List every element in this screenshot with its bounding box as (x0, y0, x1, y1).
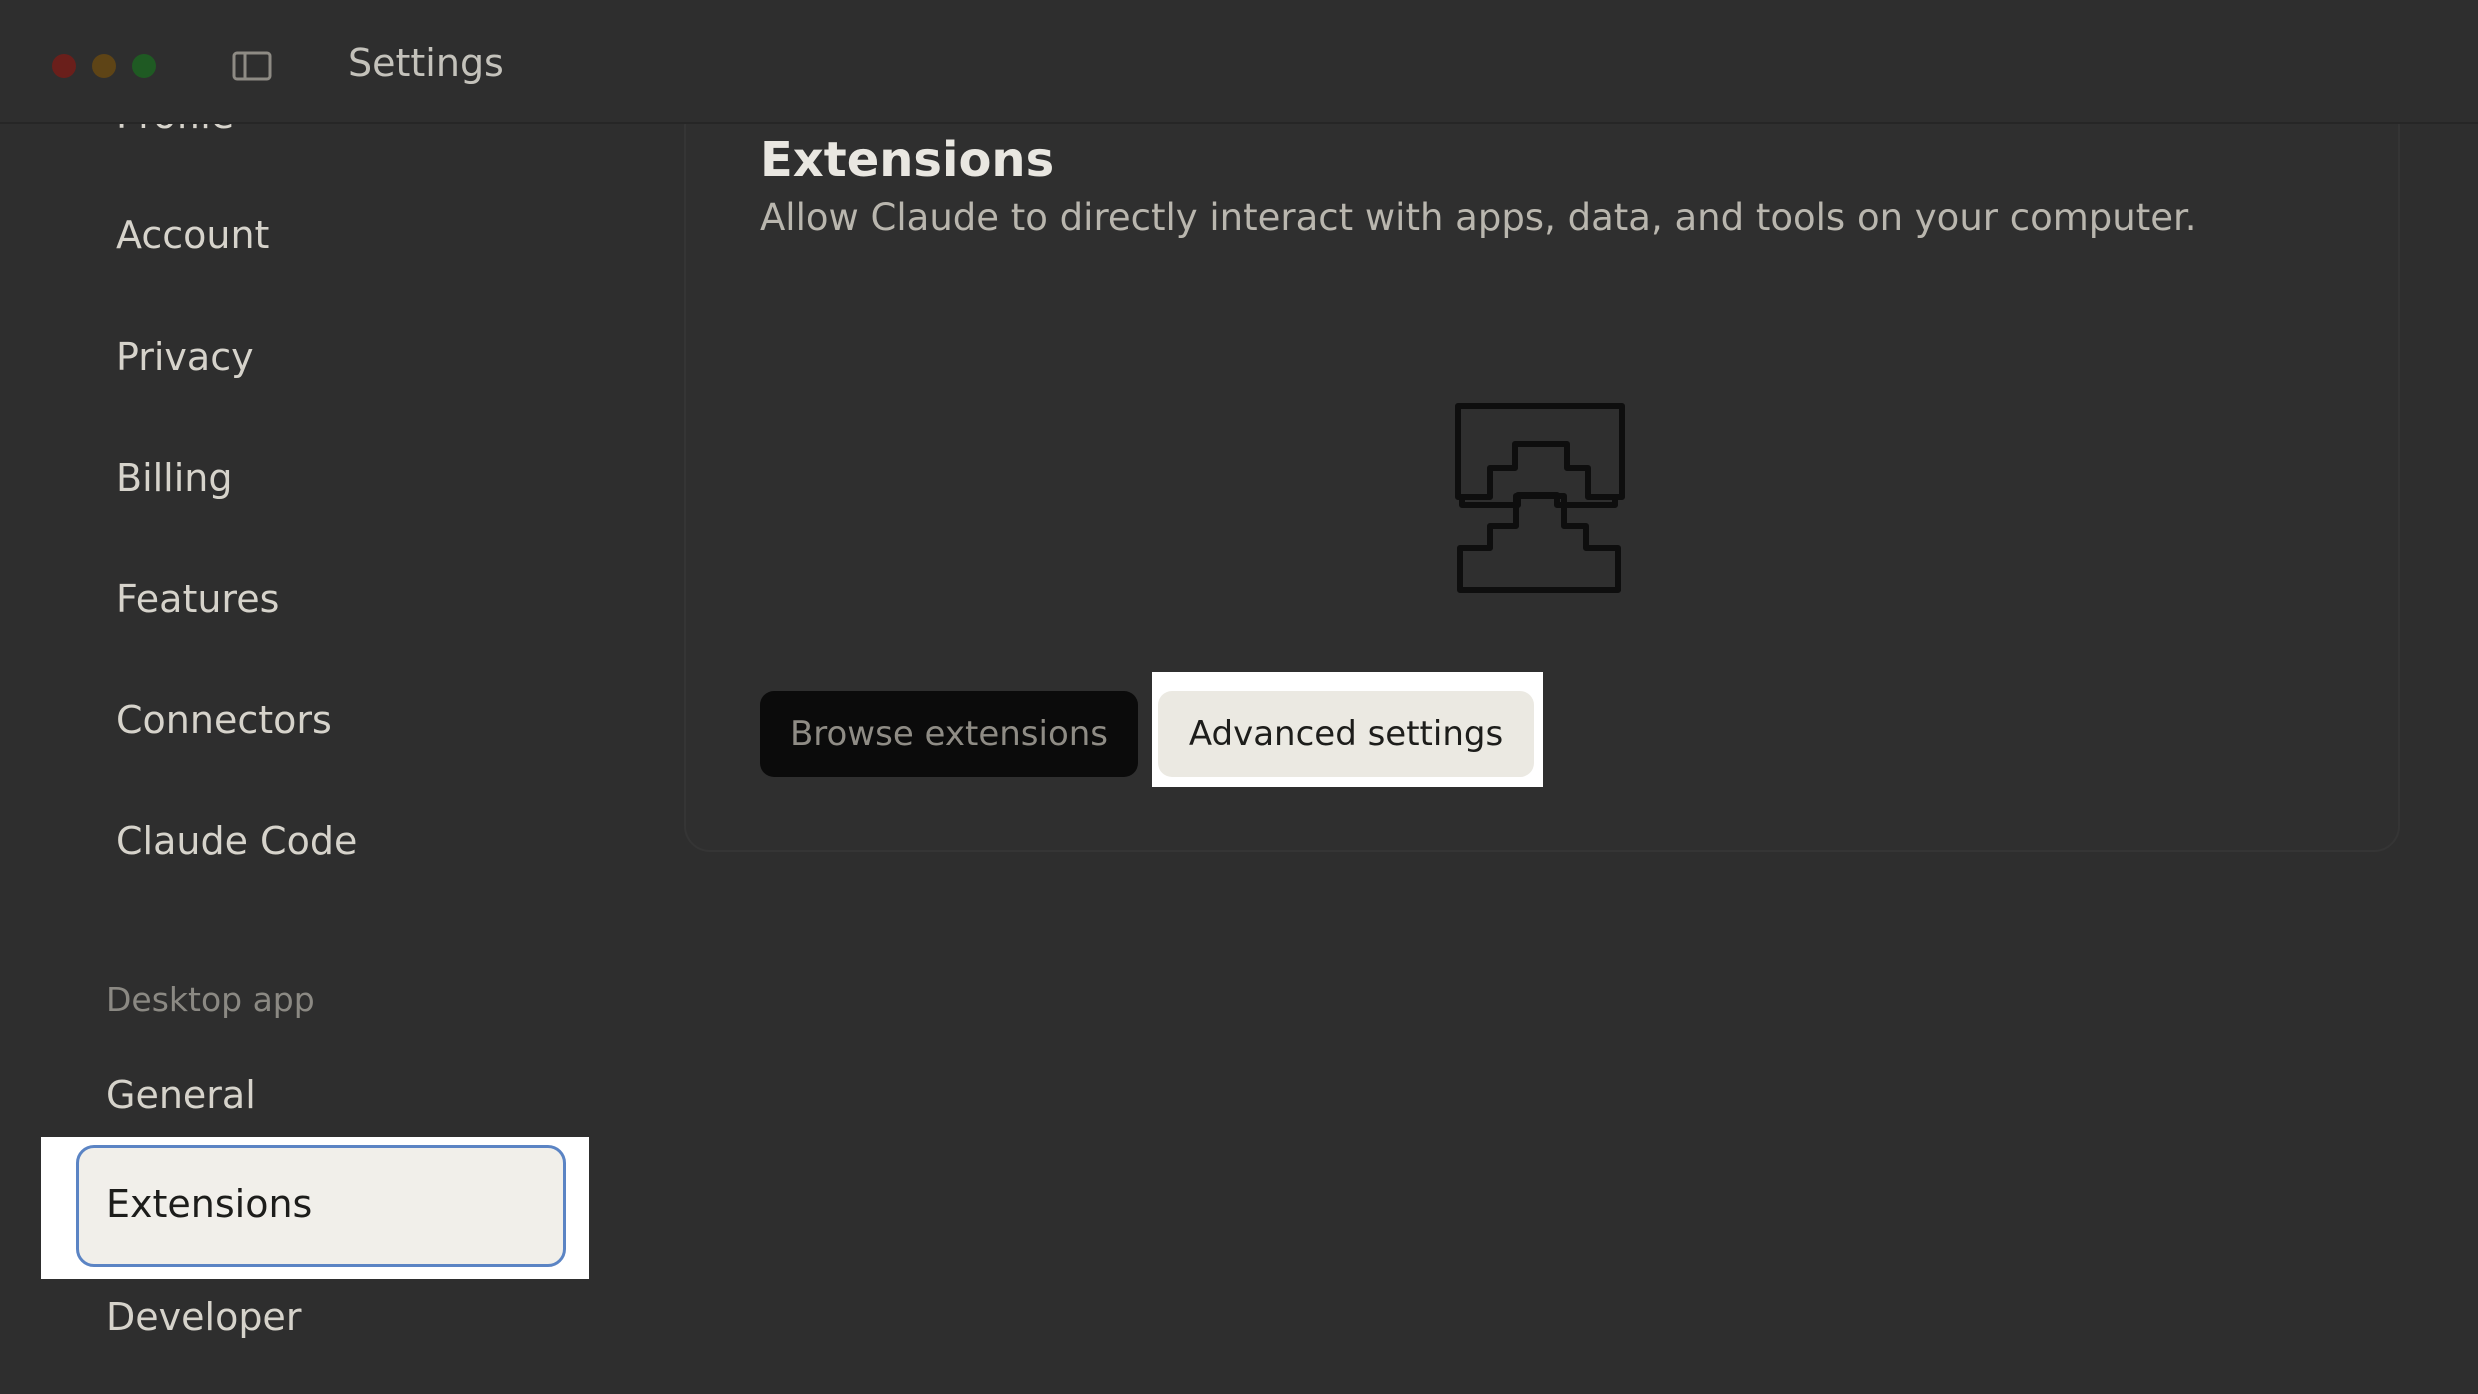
sidebar-item-general[interactable]: General (106, 1068, 256, 1122)
sidebar-item-extensions-label: Extensions (106, 1182, 313, 1226)
title-bar: Settings (0, 0, 2478, 124)
advanced-settings-button[interactable]: Advanced settings (1158, 691, 1534, 777)
sidebar-item-privacy[interactable]: Privacy (116, 330, 254, 384)
sidebar-toggle-icon[interactable] (232, 50, 272, 82)
page-title: Extensions (760, 132, 1055, 188)
minimize-window-button[interactable] (92, 54, 116, 78)
puzzle-stack-icon (1455, 403, 1625, 593)
sidebar-item-developer[interactable]: Developer (106, 1290, 301, 1344)
maximize-window-button[interactable] (132, 54, 156, 78)
desktop-app-section-label: Desktop app (106, 980, 315, 1019)
close-window-button[interactable] (52, 54, 76, 78)
sidebar-item-billing[interactable]: Billing (116, 451, 233, 505)
sidebar-item-connectors[interactable]: Connectors (116, 693, 332, 747)
sidebar: Profile Account Privacy Billing Features… (0, 0, 680, 1394)
browse-extensions-button[interactable]: Browse extensions (760, 691, 1138, 777)
page-subtitle: Allow Claude to directly interact with a… (760, 196, 2197, 239)
sidebar-item-claude-code[interactable]: Claude Code (116, 814, 357, 868)
sidebar-item-account[interactable]: Account (116, 208, 269, 262)
window-title: Settings (348, 41, 504, 85)
sidebar-item-features[interactable]: Features (116, 572, 279, 626)
